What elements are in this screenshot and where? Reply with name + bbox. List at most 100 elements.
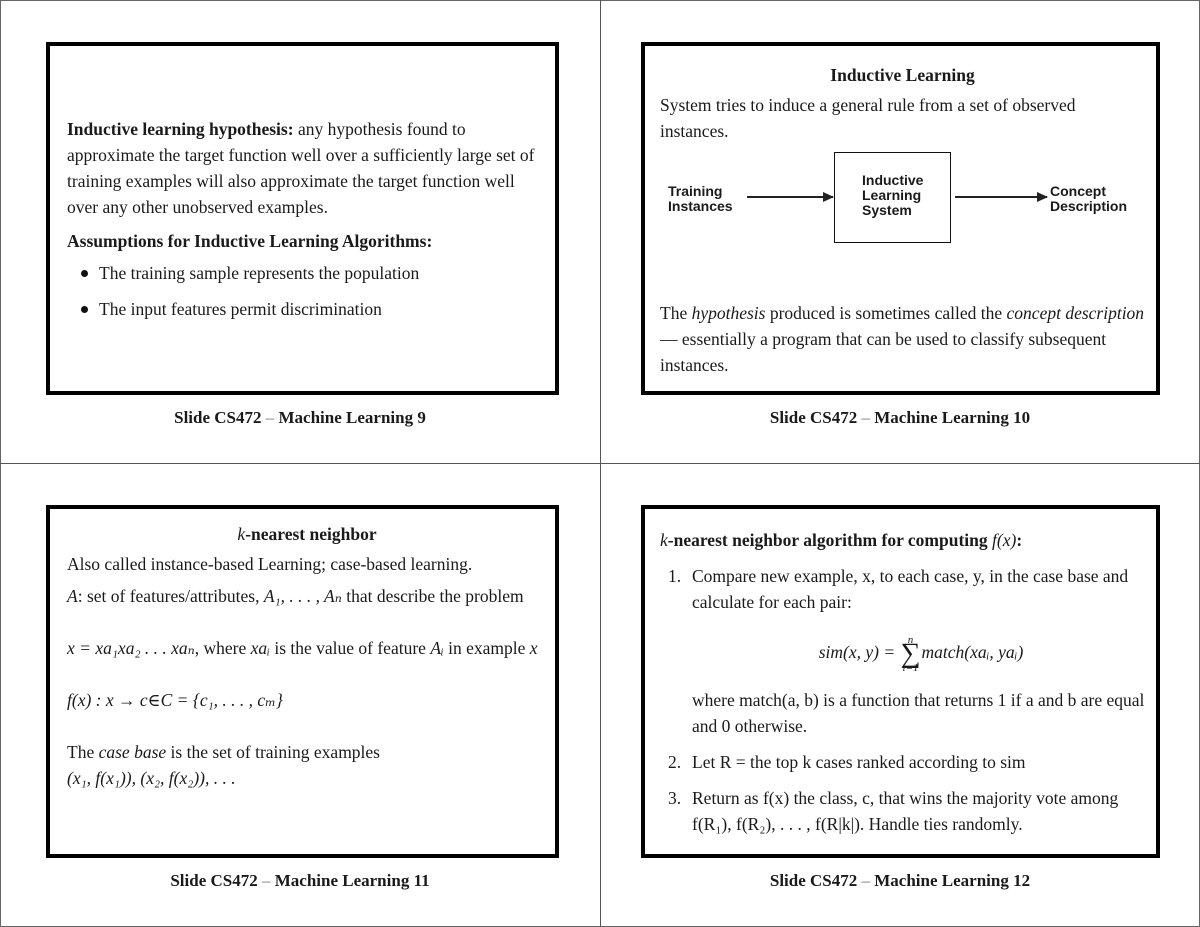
heading-rest: -nearest neighbor algorithm for computin… bbox=[667, 530, 993, 550]
input-label: Training Instances bbox=[668, 184, 733, 214]
text-run: : set of features/attributes, bbox=[77, 586, 264, 606]
step-number: 2. bbox=[668, 752, 682, 772]
sum-upper-limit: n bbox=[907, 633, 914, 646]
slide-11-caption: Slide CS472 – Machine Learning 11 bbox=[0, 871, 600, 891]
concept-description-paragraph: The hypothesis produced is sometimes cal… bbox=[660, 300, 1145, 378]
bullet-icon bbox=[81, 270, 88, 277]
hypothesis-label: Inductive learning hypothesis: bbox=[67, 119, 294, 139]
math-var: x bbox=[529, 638, 538, 658]
example-definition-paragraph: x = xa₁xa₂ . . . xaₙ, where xaᵢ is the v… bbox=[67, 635, 547, 661]
step-text: Let R = the top k cases ranked according… bbox=[692, 752, 1026, 772]
heading-k: k bbox=[660, 530, 668, 550]
list-item: 2. Let R = the top k cases ranked accord… bbox=[660, 749, 1150, 775]
sum-lower-limit: i=1 bbox=[902, 661, 919, 674]
step-number: 1. bbox=[668, 566, 682, 586]
text-run: The bbox=[67, 742, 99, 762]
math-expression: xaᵢ bbox=[250, 638, 270, 658]
list-item: The training sample represents the popul… bbox=[67, 260, 542, 286]
output-label-line: Description bbox=[1050, 198, 1128, 214]
step-text: Compare new example, x, to each case, y,… bbox=[692, 566, 1129, 612]
hypothesis-term: hypothesis bbox=[691, 303, 766, 323]
horizontal-divider bbox=[0, 463, 1200, 464]
text-run: in example bbox=[443, 638, 530, 658]
bullet-text: The input features permit discrimination bbox=[99, 299, 382, 319]
similarity-formula: sim(x, y) = ∑ n i=1 match(xaᵢ, yaᵢ) bbox=[692, 621, 1150, 683]
input-arrow-icon bbox=[747, 192, 834, 202]
step-explanation: where match(a, b) is a function that ret… bbox=[692, 690, 1145, 736]
caption-suffix: Machine Learning 12 bbox=[874, 871, 1031, 890]
function-definition: f(x) : x → c∈C = {c₁, . . . , cₘ} bbox=[67, 690, 283, 710]
assumptions-heading: Assumptions for Inductive Learning Algor… bbox=[67, 231, 433, 251]
slide-12-content: k-nearest neighbor algorithm for computi… bbox=[660, 527, 1150, 847]
step-text: Return as f(x) the class, c, that wins t… bbox=[692, 788, 1119, 834]
slide-11: k-nearest neighbor Also called instance-… bbox=[46, 505, 559, 858]
math-expression: Aᵢ bbox=[430, 638, 444, 658]
text-run: The bbox=[660, 303, 692, 323]
system-label-line: Learning bbox=[862, 187, 922, 203]
slide-9-caption: Slide CS472 – Machine Learning 9 bbox=[0, 408, 600, 428]
caption-prefix: Slide CS472 bbox=[769, 408, 858, 427]
text-run: — essentially a program that can be used… bbox=[660, 329, 1107, 375]
hypothesis-paragraph: Inductive learning hypothesis: any hypot… bbox=[67, 116, 542, 220]
slide-11-content: k-nearest neighbor Also called instance-… bbox=[67, 521, 547, 791]
input-label-line: Instances bbox=[668, 198, 733, 214]
algorithm-steps: 1. Compare new example, x, to each case,… bbox=[660, 563, 1150, 837]
also-called-text: Also called instance-based Learning; cas… bbox=[67, 554, 473, 574]
system-label-line: System bbox=[862, 202, 912, 218]
text-run: is the set of training examples bbox=[166, 742, 380, 762]
formula-lhs: sim(x, y) = bbox=[818, 642, 900, 662]
caption-prefix: Slide CS472 bbox=[769, 871, 858, 890]
slide-12-caption: Slide CS472 – Machine Learning 12 bbox=[600, 871, 1200, 891]
caption-suffix: Machine Learning 9 bbox=[278, 408, 426, 427]
input-label-line: Training bbox=[668, 183, 723, 199]
bullet-icon bbox=[81, 306, 88, 313]
intro-text: System tries to induce a general rule fr… bbox=[660, 95, 1076, 141]
system-label-line: Inductive bbox=[862, 172, 924, 188]
bullet-text: The training sample represents the popul… bbox=[99, 263, 420, 283]
slide-10-caption: Slide CS472 – Machine Learning 10 bbox=[600, 408, 1200, 428]
math-expression: A₁, . . . , Aₙ bbox=[263, 586, 342, 606]
text-run: is the value of feature bbox=[269, 638, 431, 658]
formula-rhs: match(xaᵢ, yaᵢ) bbox=[921, 642, 1024, 662]
math-expression: x = xa₁xa₂ . . . xaₙ bbox=[67, 638, 195, 658]
list-item: The input features permit discrimination bbox=[67, 296, 542, 322]
heading-colon: : bbox=[1016, 530, 1023, 550]
concept-description-term: concept description bbox=[1006, 303, 1145, 323]
case-base-paragraph: The case base is the set of training exa… bbox=[67, 739, 547, 765]
step-number: 3. bbox=[668, 788, 682, 808]
system-box: Inductive Learning System bbox=[834, 152, 951, 243]
title-rest: -nearest neighbor bbox=[245, 524, 377, 544]
features-paragraph: A: set of features/attributes, A₁, . . .… bbox=[67, 583, 547, 609]
caption-dash: – bbox=[861, 871, 871, 890]
output-arrow-icon bbox=[955, 192, 1048, 202]
slide-10: Inductive Learning System tries to induc… bbox=[641, 42, 1160, 395]
assumptions-list: The training sample represents the popul… bbox=[67, 260, 542, 322]
list-item: 3. Return as f(x) the class, c, that win… bbox=[660, 785, 1150, 837]
output-label-line: Concept bbox=[1050, 183, 1106, 199]
slide-10-content: Inductive Learning System tries to induc… bbox=[660, 62, 1145, 144]
system-label: Inductive Learning System bbox=[862, 173, 923, 218]
caption-dash: – bbox=[861, 408, 871, 427]
slide-9-content: Inductive learning hypothesis: any hypot… bbox=[67, 116, 542, 332]
caption-prefix: Slide CS472 bbox=[174, 408, 262, 427]
case-base-expression: (x₁, f(x₁)), (x₂, f(x₂)), . . . bbox=[67, 768, 236, 788]
caption-prefix: Slide CS472 bbox=[170, 871, 258, 890]
caption-dash: – bbox=[265, 408, 275, 427]
slide-heading: k-nearest neighbor algorithm for computi… bbox=[660, 527, 1150, 553]
list-item: 1. Compare new example, x, to each case,… bbox=[660, 563, 1150, 739]
text-run: produced is sometimes called the bbox=[765, 303, 1007, 323]
heading-math: f(x) bbox=[992, 530, 1017, 550]
text-run: , where bbox=[194, 638, 251, 658]
caption-suffix: Machine Learning 10 bbox=[874, 408, 1031, 427]
inductive-learning-diagram: Training Instances Inductive Learning Sy… bbox=[645, 146, 1156, 256]
caption-suffix: Machine Learning 11 bbox=[274, 871, 430, 890]
output-label: Concept Description bbox=[1050, 184, 1127, 214]
slide-9: Inductive learning hypothesis: any hypot… bbox=[46, 42, 559, 395]
summation-icon: ∑ n i=1 bbox=[900, 634, 922, 674]
slide-title: k-nearest neighbor bbox=[67, 521, 547, 547]
math-var: A bbox=[67, 586, 78, 606]
text-run: that describe the problem bbox=[341, 586, 524, 606]
caption-dash: – bbox=[261, 871, 271, 890]
slide-title: Inductive Learning bbox=[830, 65, 975, 85]
slide-12: k-nearest neighbor algorithm for computi… bbox=[641, 505, 1160, 858]
